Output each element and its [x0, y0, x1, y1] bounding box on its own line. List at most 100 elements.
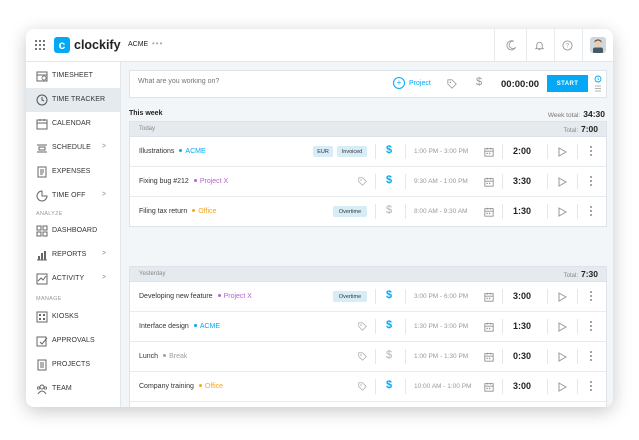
entry-description[interactable]: Fixing bug #212 Project X [139, 178, 228, 185]
sidebar-item-reports[interactable]: REPORTS > [26, 243, 120, 267]
calendar-icon[interactable] [484, 292, 494, 302]
calendar-icon[interactable] [484, 322, 494, 332]
entry-duration[interactable]: 1:30 [513, 206, 531, 216]
tag-icon[interactable] [358, 352, 367, 361]
sidebar-item-label: ACTIVITY [52, 275, 85, 282]
entry-project[interactable]: Office [198, 383, 223, 390]
calendar-icon[interactable] [484, 382, 494, 392]
description-input[interactable] [138, 78, 378, 85]
sidebar-item-schedule[interactable]: SCHEDULE > [26, 136, 120, 160]
play-icon[interactable] [558, 322, 567, 332]
entry-badge[interactable]: Overtime [333, 291, 367, 302]
sidebar-item-time-tracker[interactable]: TIME TRACKER [26, 88, 120, 112]
logo[interactable]: c clockify [54, 36, 121, 54]
entry-badge[interactable]: Overtime [333, 206, 367, 217]
more-options-icon[interactable] [590, 206, 592, 218]
day-total: Total: 7:30 [563, 269, 598, 279]
entry-badge[interactable]: Invoiced [337, 146, 367, 157]
entry-description[interactable]: Lunch Break [139, 353, 187, 360]
entry-description[interactable]: Interface design ACME [139, 323, 220, 330]
play-icon[interactable] [558, 382, 567, 392]
time-tracker-bar: + Project $ 00:00:00 START [129, 70, 607, 98]
play-icon[interactable] [558, 207, 567, 217]
mode-toggle[interactable] [593, 74, 603, 94]
calendar-icon[interactable] [484, 352, 494, 362]
entry-time-range[interactable]: 1:30 PM - 3:00 PM [414, 323, 468, 330]
billable-dollar-icon[interactable]: $ [386, 319, 392, 331]
workspace-name[interactable]: ACME [128, 41, 148, 48]
billable-dollar-icon[interactable]: $ [386, 289, 392, 301]
entry-project[interactable]: ACME [179, 148, 206, 155]
entry-badge[interactable]: EUR [313, 146, 333, 157]
entry-project[interactable]: Project X [193, 178, 228, 185]
sidebar-item-timesheet[interactable]: TIMESHEET [26, 64, 120, 88]
entry-time-range[interactable]: 9:30 AM - 1:00 PM [414, 178, 468, 185]
entry-time-range[interactable]: 1:00 PM - 3:00 PM [414, 148, 468, 155]
play-icon[interactable] [558, 352, 567, 362]
plus-icon: + [393, 77, 405, 89]
tag-icon[interactable] [447, 79, 457, 89]
start-button[interactable]: START [547, 75, 588, 92]
more-options-icon[interactable] [590, 381, 592, 393]
entry-description[interactable]: Illustrations ACME [139, 148, 206, 155]
play-icon[interactable] [558, 177, 567, 187]
project-picker-button[interactable]: + Project [393, 77, 431, 89]
day-group-today: Today Total: 7:00 Illustrations ACME EUR Inv… [129, 121, 607, 227]
calendar-icon[interactable] [484, 147, 494, 157]
billable-dollar-icon[interactable]: $ [386, 204, 392, 216]
entry-project[interactable]: Project X [217, 293, 252, 300]
billable-dollar-icon[interactable]: $ [386, 174, 392, 186]
entry-time-range[interactable]: 3:00 PM - 6:00 PM [414, 293, 468, 300]
entry-time-range[interactable]: 1:00 PM - 1:30 PM [414, 353, 468, 360]
entry-duration[interactable]: 1:30 [513, 321, 531, 331]
more-options-icon[interactable] [590, 146, 592, 158]
help-icon[interactable]: ? [559, 37, 575, 53]
sidebar-item-kiosks[interactable]: KIOSKS [26, 305, 120, 329]
chevron-right-icon: > [102, 274, 107, 281]
sidebar-item-time-off[interactable]: TIME OFF > [26, 184, 120, 208]
billable-dollar-icon[interactable]: $ [386, 379, 392, 391]
more-options-icon[interactable] [590, 351, 592, 363]
workspace-more[interactable]: ••• [152, 39, 163, 48]
calendar-icon[interactable] [484, 177, 494, 187]
entry-description[interactable]: Developing new feature Project X [139, 293, 252, 300]
billable-dollar-icon[interactable]: $ [386, 144, 392, 156]
entry-duration[interactable]: 3:00 [513, 291, 531, 301]
sidebar-item-dashboard[interactable]: DASHBOARD [26, 219, 120, 243]
entry-project[interactable]: Office [192, 208, 216, 215]
apps-grid-icon[interactable] [35, 40, 45, 50]
sidebar-item-projects[interactable]: PROJECTS [26, 353, 120, 377]
play-icon[interactable] [558, 292, 567, 302]
entry-time-range[interactable]: 8:00 AM - 9:30 AM [414, 208, 467, 215]
moon-icon[interactable] [503, 37, 519, 53]
billable-dollar-icon[interactable]: $ [386, 349, 392, 361]
tag-icon[interactable] [358, 382, 367, 391]
bell-icon[interactable] [531, 37, 547, 53]
more-options-icon[interactable] [590, 321, 592, 333]
billable-toggle[interactable]: $ [476, 76, 482, 88]
approvals-icon [36, 336, 48, 347]
user-avatar[interactable] [590, 37, 606, 53]
play-icon[interactable] [558, 147, 567, 157]
entry-duration[interactable]: 3:00 [513, 381, 531, 391]
entry-duration[interactable]: 0:30 [513, 351, 531, 361]
entry-project[interactable]: ACME [193, 323, 220, 330]
sidebar-item-approvals[interactable]: APPROVALS [26, 329, 120, 353]
entry-duration[interactable]: 3:30 [513, 176, 531, 186]
sidebar-item-activity[interactable]: ACTIVITY > [26, 267, 120, 291]
entry-description[interactable]: Company training Office [139, 383, 223, 390]
calendar-icon[interactable] [484, 207, 494, 217]
tag-icon[interactable] [358, 177, 367, 186]
sidebar-item-team[interactable]: TEAM [26, 377, 120, 401]
tag-icon[interactable] [358, 322, 367, 331]
sidebar-item-expenses[interactable]: EXPENSES [26, 160, 120, 184]
entry-duration[interactable]: 2:00 [513, 146, 531, 156]
entry-project[interactable]: Break [163, 353, 187, 360]
entry-description[interactable]: Filing tax return Office [139, 208, 216, 215]
entry-time-range[interactable]: 10:00 AM - 1:00 PM [414, 383, 471, 390]
more-options-icon[interactable] [590, 176, 592, 188]
sidebar-item-label: REPORTS [52, 251, 87, 258]
week-label: This week [129, 110, 163, 117]
more-options-icon[interactable] [590, 291, 592, 303]
sidebar-item-calendar[interactable]: CALENDAR [26, 112, 120, 136]
